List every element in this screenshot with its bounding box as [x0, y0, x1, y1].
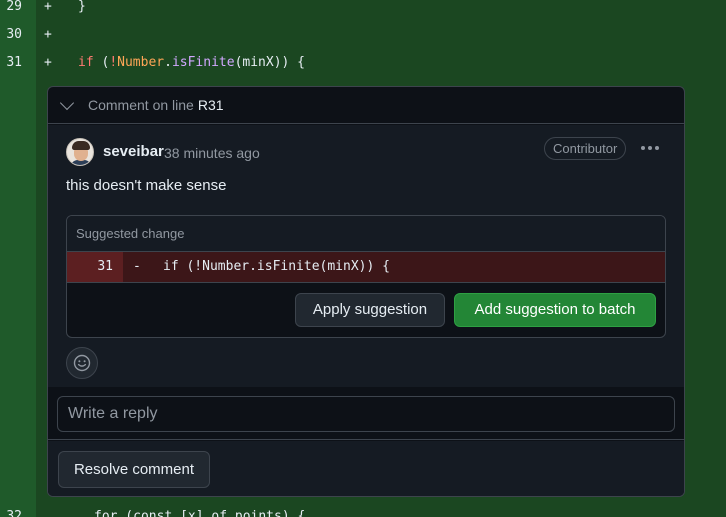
suggested-change-box: Suggested change 31 - if (!Number.isFini… — [66, 215, 666, 338]
diff-sign: + — [44, 55, 52, 70]
chevron-down-icon[interactable] — [59, 95, 75, 111]
code-operator: ! — [109, 55, 118, 70]
diff-line: 32 for (const [x] of points) { — [0, 506, 726, 517]
diff-sign: + — [44, 27, 52, 42]
reply-area — [48, 387, 684, 440]
code-token: ( — [93, 55, 110, 70]
code-type: Number — [117, 55, 165, 70]
line-number: 32 — [6, 509, 22, 517]
line-number: 30 — [6, 27, 22, 42]
thread-header-label: Comment on line — [88, 97, 194, 113]
apply-suggestion-button[interactable]: Apply suggestion — [295, 293, 445, 327]
diff-code: if (!Number.isFinite(minX)) { — [78, 49, 305, 77]
add-reaction-button[interactable] — [66, 347, 98, 379]
comment-body: this doesn't make sense — [66, 177, 227, 194]
thread-header[interactable]: Comment on line R31 — [48, 87, 684, 124]
diff-line: 30 + — [0, 21, 726, 49]
resolve-comment-button[interactable]: Resolve comment — [58, 451, 210, 488]
suggested-change-header: Suggested change — [67, 216, 665, 252]
line-number: 29 — [6, 0, 22, 14]
smiley-icon — [73, 354, 91, 372]
comment: seveibar 38 minutes ago Contributor this… — [48, 125, 684, 387]
diff-sign: - — [133, 259, 141, 274]
diff-line: 29 + } — [0, 0, 726, 21]
contributor-badge: Contributor — [544, 137, 627, 160]
suggested-removed-line: 31 - if (!Number.isFinite(minX)) { — [67, 252, 665, 283]
avatar[interactable] — [66, 138, 94, 166]
line-number: 31 — [6, 55, 22, 70]
code-keyword: if — [78, 55, 94, 70]
diff-code: for (const [x] of points) { — [94, 509, 306, 517]
line-number: 31 — [67, 252, 123, 282]
add-suggestion-to-batch-button[interactable]: Add suggestion to batch — [454, 293, 656, 327]
code-function: isFinite — [171, 55, 235, 70]
line-reference: R31 — [197, 97, 224, 113]
diff-code: } — [78, 0, 86, 14]
reply-input[interactable] — [57, 396, 675, 432]
comment-author[interactable]: seveibar — [103, 143, 164, 160]
diff-gutter — [0, 0, 36, 517]
resolve-area: Resolve comment — [48, 441, 684, 496]
diff-line: 31 + if (!Number.isFinite(minX)) { — [0, 49, 726, 77]
suggested-code: if (!Number.isFinite(minX)) { — [163, 259, 390, 274]
diff-sign: + — [44, 0, 52, 14]
review-comment-thread: Comment on line R31 seveibar 38 minutes … — [47, 86, 685, 497]
comment-timestamp[interactable]: 38 minutes ago — [164, 145, 260, 161]
kebab-horizontal-icon[interactable] — [638, 140, 662, 156]
code-token: . — [164, 55, 172, 70]
code-token: (minX)) { — [234, 55, 306, 70]
